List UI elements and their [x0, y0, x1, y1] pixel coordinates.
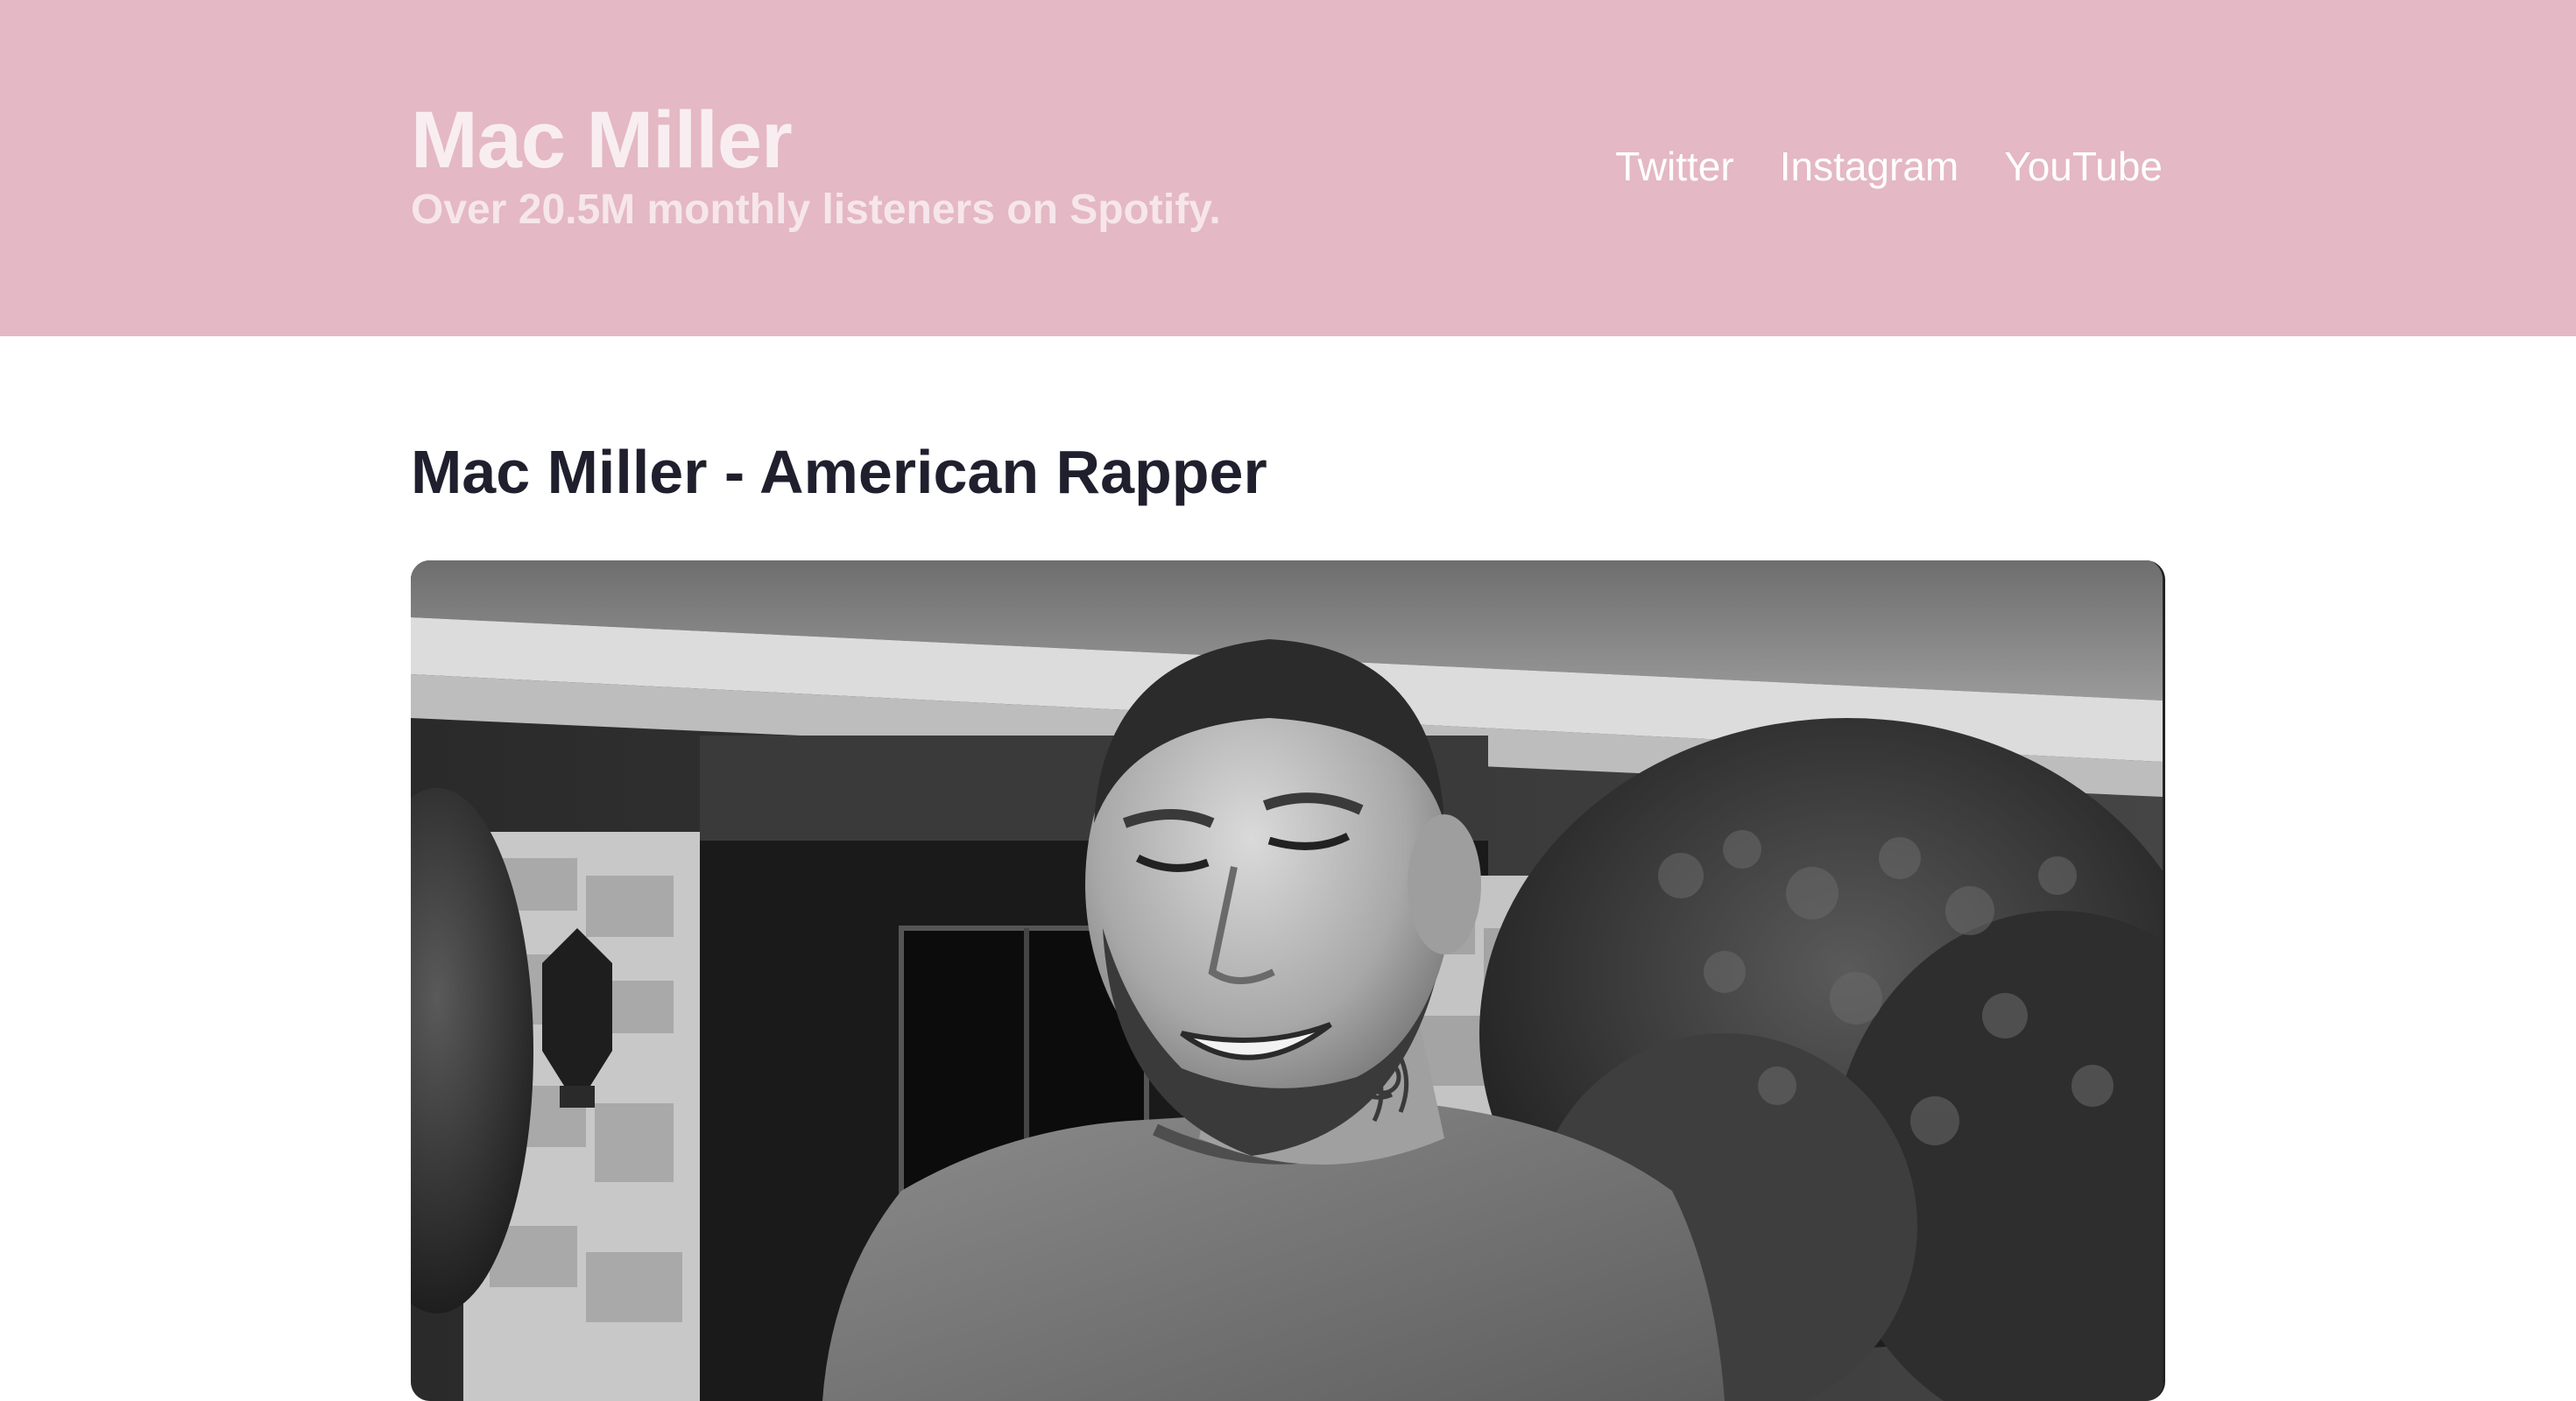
site-header: Mac Miller Over 20.5M monthly listeners …	[0, 0, 2576, 336]
social-nav: Twitter Instagram YouTube	[1615, 138, 2163, 194]
hero-photo	[411, 560, 2165, 1401]
twitter-link[interactable]: Twitter	[1615, 138, 1733, 194]
site-tagline: Over 20.5M monthly listeners on Spotify.	[411, 187, 1221, 233]
instagram-link[interactable]: Instagram	[1780, 138, 1959, 194]
youtube-link[interactable]: YouTube	[2004, 138, 2163, 194]
page-heading: Mac Miller - American Rapper	[411, 438, 1267, 506]
site-title[interactable]: Mac Miller	[411, 88, 793, 193]
